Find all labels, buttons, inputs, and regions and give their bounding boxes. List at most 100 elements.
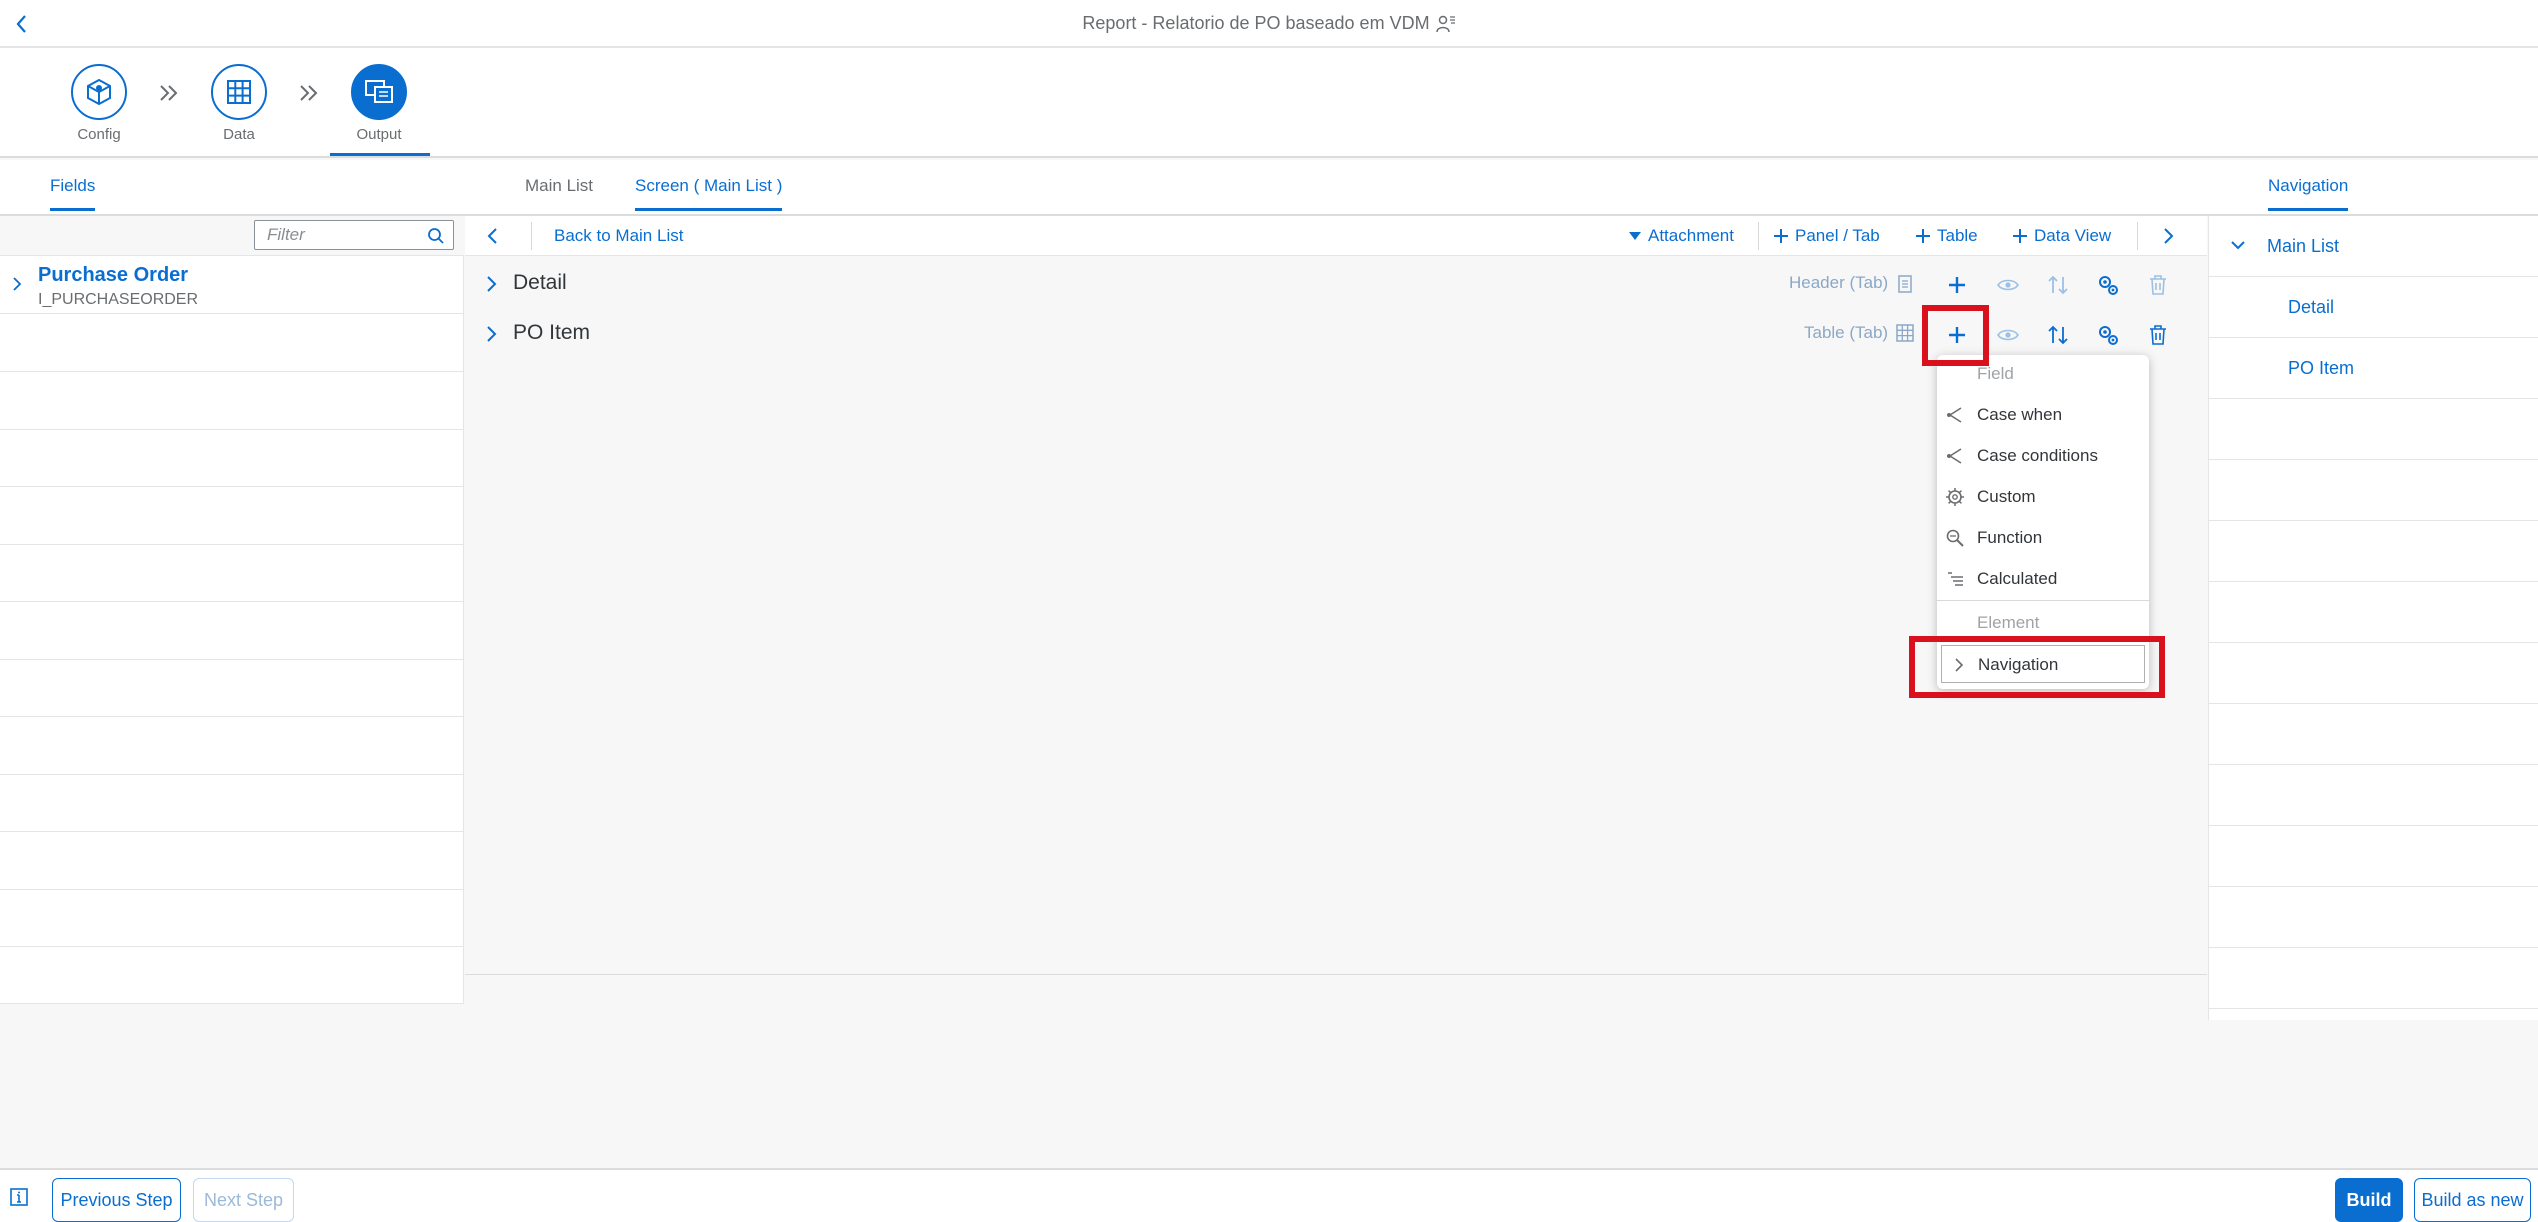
- tab-underline: [50, 208, 96, 211]
- shell-header: Report - Relatorio de PO baseado em VDM: [0, 0, 2538, 48]
- back-to-main-list-button[interactable]: Back to Main List: [554, 216, 683, 256]
- search-icon[interactable]: [427, 227, 445, 245]
- delete-button[interactable]: [2142, 269, 2174, 301]
- next-step-button[interactable]: Next Step: [193, 1178, 294, 1222]
- add-button[interactable]: [1941, 269, 1973, 301]
- nav-tree-item-label: Detail: [2288, 297, 2335, 317]
- visibility-button[interactable]: [1992, 269, 2024, 301]
- entity-name: Purchase Order: [38, 264, 189, 286]
- list-item: [0, 775, 464, 832]
- list-item: [2209, 887, 2538, 948]
- table-label: Table: [1937, 226, 1978, 245]
- element-title: Detail: [513, 271, 567, 294]
- info-icon[interactable]: [10, 1188, 28, 1206]
- trash-icon: [2150, 275, 2166, 295]
- chevron-down-icon[interactable]: [2229, 238, 2247, 252]
- toolbar-divider: [531, 222, 532, 250]
- nav-tree-item-detail[interactable]: Detail: [2209, 277, 2538, 338]
- step-output[interactable]: Output: [324, 64, 434, 143]
- sort-icon: [2048, 275, 2068, 295]
- delete-button[interactable]: [2142, 319, 2174, 351]
- user-settings-icon[interactable]: [1435, 14, 1456, 34]
- add-data-view-button[interactable]: Data View: [2012, 216, 2111, 256]
- calculated-icon: [1945, 569, 1965, 589]
- list-item: [0, 314, 464, 372]
- navigation-tabbar: Navigation: [2208, 160, 2538, 216]
- chevron-right-icon[interactable]: [485, 324, 499, 344]
- scroll-right-button[interactable]: [2160, 216, 2176, 256]
- back-icon[interactable]: [8, 10, 36, 38]
- tab-screen-main-list[interactable]: Screen ( Main List ): [635, 176, 783, 211]
- filter-row: [0, 216, 464, 256]
- plus-icon: [1774, 229, 1788, 243]
- settings-button[interactable]: [2092, 319, 2124, 351]
- menu-group-field: Field: [1977, 364, 2014, 383]
- navigation-panel: Main List Detail PO Item: [2208, 216, 2538, 1020]
- filter-field[interactable]: [254, 220, 454, 250]
- tab-navigation-label: Navigation: [2268, 176, 2349, 195]
- sort-button[interactable]: [2042, 269, 2074, 301]
- settings-button[interactable]: [2092, 269, 2124, 301]
- app-title: Report - Relatorio de PO baseado em VDM: [0, 0, 2538, 46]
- function-search-icon: [1945, 528, 1965, 548]
- list-item: [2209, 460, 2538, 521]
- list-item: [0, 545, 464, 602]
- field-entity-row[interactable]: Purchase Order I_PURCHASEORDER: [0, 256, 464, 314]
- sort-button[interactable]: [2042, 319, 2074, 351]
- attachment-button[interactable]: Attachment: [1628, 216, 1734, 256]
- nav-tree-root-label: Main List: [2267, 236, 2340, 256]
- list-item: [0, 660, 464, 717]
- add-panel-tab-button[interactable]: Panel / Tab: [1773, 216, 1880, 256]
- menu-item-custom[interactable]: Custom: [1937, 477, 2149, 517]
- chevron-right-icon[interactable]: [10, 276, 24, 292]
- element-row-detail[interactable]: Detail Header (Tab): [465, 259, 2207, 309]
- list-item: [0, 717, 464, 775]
- nav-tree-item-label: PO Item: [2288, 358, 2355, 378]
- tab-fields-label: Fields: [50, 176, 96, 195]
- list-item: [0, 602, 464, 660]
- menu-item-label: Case conditions: [1977, 446, 2098, 465]
- gear-icon: [2099, 276, 2118, 295]
- tab-navigation[interactable]: Navigation: [2268, 176, 2349, 211]
- step-config[interactable]: Config: [44, 64, 154, 143]
- scroll-left-button[interactable]: [485, 216, 501, 256]
- build-button[interactable]: Build: [2335, 1178, 2403, 1222]
- tab-underline: [2268, 208, 2349, 211]
- visibility-button[interactable]: [1992, 319, 2024, 351]
- add-table-button[interactable]: Table: [1915, 216, 1978, 256]
- step-header: Config Data Output: [0, 48, 2538, 158]
- previous-step-button[interactable]: Previous Step: [52, 1178, 181, 1222]
- menu-item-calculated[interactable]: Calculated: [1937, 559, 2149, 599]
- add-context-menu: Field Case when Case conditions Custom F…: [1937, 355, 2149, 689]
- plus-icon: [2013, 229, 2027, 243]
- double-chevron-icon: [294, 78, 324, 108]
- gear-icon: [1945, 487, 1965, 507]
- entity-technical-name: I_PURCHASEORDER: [38, 291, 199, 308]
- output-icon: [351, 64, 407, 120]
- element-title: PO Item: [513, 321, 591, 344]
- filter-input[interactable]: [255, 221, 415, 249]
- list-item: [2209, 521, 2538, 582]
- menu-group-element: Element: [1977, 613, 2040, 632]
- data-view-label: Data View: [2034, 226, 2112, 245]
- menu-item-label: Calculated: [1977, 569, 2058, 588]
- footer-bar: Previous Step Next Step Build Build as n…: [0, 1168, 2538, 1222]
- menu-item-navigation[interactable]: Navigation: [1941, 645, 2145, 683]
- chevron-right-icon[interactable]: [485, 274, 499, 294]
- fields-tabbar: Fields: [0, 160, 464, 216]
- step-active-indicator: [330, 153, 430, 156]
- tab-fields[interactable]: Fields: [50, 176, 96, 211]
- tab-main-list-label: Main List: [525, 176, 594, 195]
- tab-main-list[interactable]: Main List: [525, 176, 593, 196]
- add-button[interactable]: [1941, 319, 1973, 351]
- menu-item-case-conditions[interactable]: Case conditions: [1937, 436, 2149, 476]
- menu-item-function[interactable]: Function: [1937, 518, 2149, 558]
- nav-tree-item-po-item[interactable]: PO Item: [2209, 338, 2538, 399]
- table-icon: [1896, 324, 1914, 342]
- element-row-po-item[interactable]: PO Item Table (Tab): [465, 309, 2207, 359]
- nav-tree-root[interactable]: Main List: [2209, 216, 2538, 277]
- step-data[interactable]: Data: [184, 64, 294, 143]
- menu-item-case-when[interactable]: Case when: [1937, 395, 2149, 435]
- build-as-new-button[interactable]: Build as new: [2414, 1178, 2531, 1222]
- panel-tab-label: Panel / Tab: [1795, 226, 1880, 245]
